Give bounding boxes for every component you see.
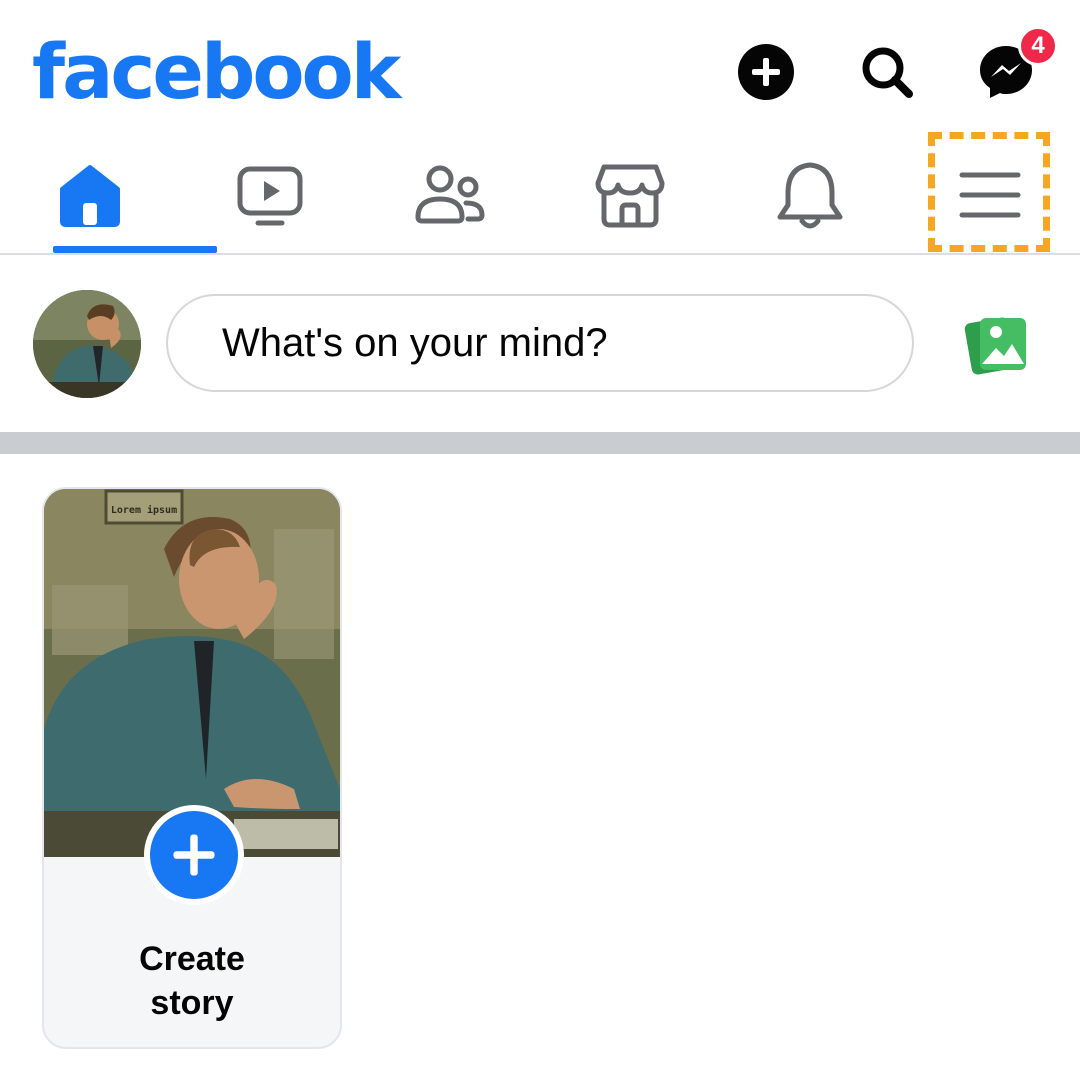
- menu-highlight-box: [928, 132, 1050, 252]
- svg-text:Lorem ipsum: Lorem ipsum: [111, 504, 177, 516]
- tab-notifications[interactable]: [760, 140, 860, 250]
- video-icon: [237, 166, 303, 226]
- avatar-image: [33, 290, 141, 398]
- story-profile-image: Lorem ipsum: [44, 489, 340, 857]
- tab-friends[interactable]: [400, 140, 500, 250]
- photo-button[interactable]: [962, 310, 1032, 380]
- photo-icon: [964, 317, 1026, 375]
- create-story-card[interactable]: Lorem ipsum Create story: [42, 487, 342, 1049]
- bell-icon: [777, 162, 843, 229]
- composer-placeholder: What's on your mind?: [222, 320, 608, 365]
- plus-icon: [173, 834, 215, 876]
- tab-marketplace[interactable]: [580, 140, 680, 250]
- status-composer-input[interactable]: What's on your mind?: [166, 294, 914, 392]
- create-story-button[interactable]: [144, 805, 244, 905]
- friends-icon: [415, 165, 485, 224]
- home-icon: [60, 165, 120, 227]
- tab-video[interactable]: [220, 140, 320, 250]
- search-icon: [862, 47, 913, 98]
- feed-separator: [0, 432, 1080, 454]
- create-button[interactable]: [736, 42, 796, 102]
- create-icon: [738, 44, 794, 100]
- facebook-logo[interactable]: facebook: [32, 22, 401, 122]
- marketplace-icon: [595, 164, 665, 228]
- tab-divider: [0, 253, 1080, 255]
- search-button[interactable]: [857, 42, 917, 102]
- messenger-badge: 4: [1018, 26, 1058, 66]
- active-tab-indicator: [53, 246, 217, 253]
- avatar[interactable]: [33, 290, 141, 398]
- tab-home[interactable]: [40, 140, 140, 250]
- create-story-label: Create story: [139, 940, 245, 1022]
